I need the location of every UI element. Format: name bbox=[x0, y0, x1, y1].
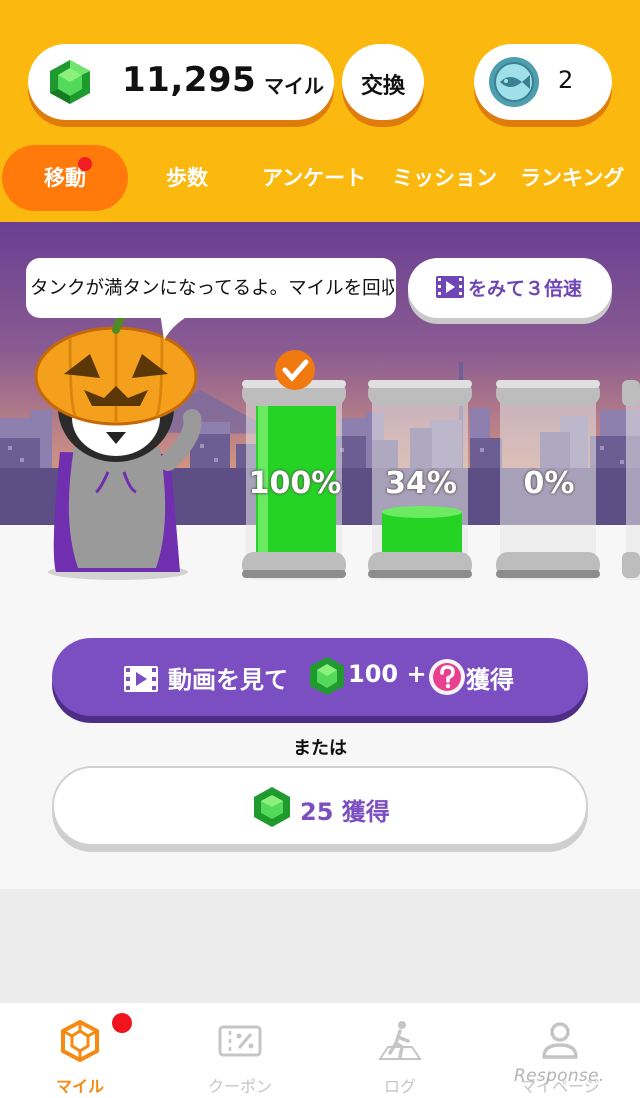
miles-value: 11,295 bbox=[122, 60, 257, 100]
header-bar: 11,295 マイル 交換 2 移動 歩数 アンケート ミッション ランキング bbox=[0, 0, 640, 222]
mystery-bonus-icon bbox=[429, 659, 465, 695]
film-icon bbox=[124, 666, 158, 692]
tab-ranking[interactable]: ランキング bbox=[520, 145, 624, 211]
nav-miles[interactable]: マイル bbox=[0, 1003, 160, 1098]
miles-unit: マイル bbox=[264, 74, 324, 98]
notification-dot bbox=[78, 157, 92, 171]
speech-tail bbox=[160, 312, 196, 340]
speech-text: タンクが満タンになってるよ。マイルを回収しよう bbox=[30, 278, 394, 299]
coupon-percent-icon bbox=[218, 1025, 262, 1057]
nav-coupon-label: クーポン bbox=[207, 1077, 272, 1096]
watch-video-button[interactable]: 動画を見て 100 + 獲得 bbox=[52, 638, 588, 716]
tab-move[interactable]: 移動 bbox=[2, 145, 128, 211]
tab-move-label: 移動 bbox=[44, 166, 86, 190]
watermark: Response. bbox=[514, 1066, 605, 1086]
or-divider-text: または bbox=[293, 738, 347, 759]
nav-miles-label: マイル bbox=[55, 1077, 104, 1096]
video-label-prefix: 動画を見て bbox=[168, 666, 288, 694]
video-label-suffix: 獲得 bbox=[466, 666, 514, 694]
check-badge-icon bbox=[275, 350, 315, 390]
emerald-gem-icon bbox=[254, 787, 290, 827]
exchange-button[interactable]: 交換 bbox=[342, 44, 424, 120]
tank-1-percent: 100% bbox=[248, 466, 342, 501]
category-tabs: 移動 歩数 アンケート ミッション ランキング bbox=[0, 145, 640, 211]
emerald-gem-icon bbox=[50, 60, 90, 104]
penguin-mascot bbox=[34, 302, 202, 580]
content-spacer bbox=[0, 889, 640, 1003]
collect-miles-label: 25 獲得 bbox=[300, 798, 390, 826]
speed-up-video-button[interactable]: をみて３倍速 bbox=[408, 258, 612, 318]
nav-log[interactable]: ログ bbox=[320, 1003, 480, 1098]
nav-log-label: ログ bbox=[383, 1077, 416, 1096]
miles-balance: 11,295 マイル bbox=[28, 44, 334, 120]
tank-4[interactable] bbox=[622, 380, 640, 580]
tank-2-percent: 34% bbox=[385, 466, 457, 501]
hexagon-icon bbox=[61, 1019, 99, 1063]
coin-balance[interactable]: 2 bbox=[474, 44, 612, 120]
coin-count: 2 bbox=[558, 66, 574, 94]
tab-steps[interactable]: 歩数 bbox=[166, 145, 208, 211]
tab-survey[interactable]: アンケート bbox=[262, 145, 366, 211]
emerald-gem-icon bbox=[310, 657, 344, 695]
walking-person-icon bbox=[378, 1021, 422, 1060]
tank-3-percent: 0% bbox=[523, 466, 575, 501]
video-reward-amount: 100 + bbox=[348, 660, 427, 688]
person-icon bbox=[542, 1022, 578, 1059]
film-icon bbox=[436, 276, 464, 298]
speed-up-label: をみて３倍速 bbox=[468, 278, 583, 300]
exchange-label: 交換 bbox=[360, 74, 405, 99]
tab-mission[interactable]: ミッション bbox=[392, 145, 497, 211]
fish-coin-icon bbox=[489, 57, 539, 107]
nav-coupon[interactable]: クーポン bbox=[160, 1003, 320, 1098]
collect-miles-button[interactable]: 25 獲得 bbox=[52, 766, 588, 846]
notification-dot bbox=[112, 1013, 132, 1033]
